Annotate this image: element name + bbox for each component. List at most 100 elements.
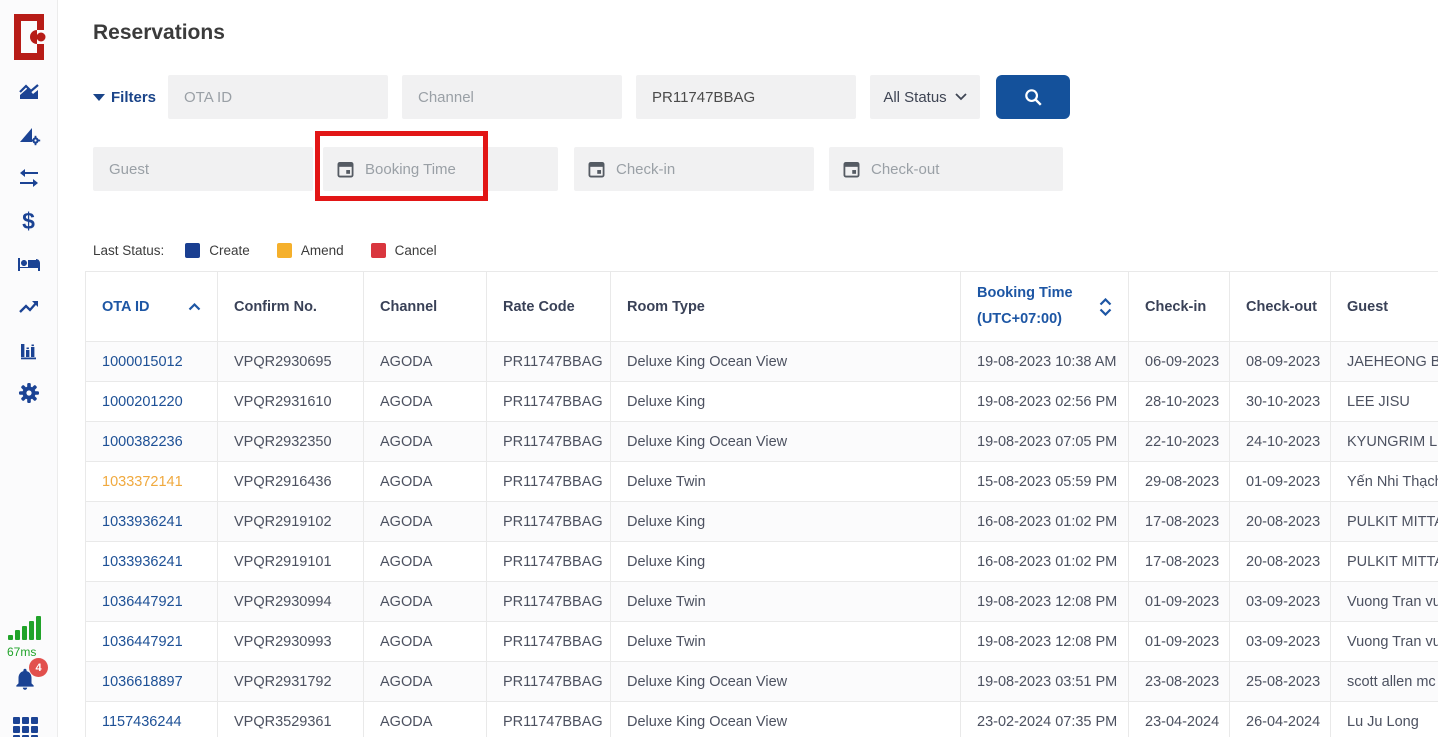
check-out-cell: 03-09-2023 <box>1230 582 1331 622</box>
check-out-cell: 20-08-2023 <box>1230 502 1331 542</box>
check-out-filter[interactable]: Check-out <box>829 147 1063 191</box>
booking-time-filter-wrap: Booking Time <box>323 147 558 191</box>
confirm-no-cell: VPQR2919101 <box>218 542 364 582</box>
reservations-table: OTA ID Confirm No. Channel Rate Code Roo… <box>85 271 1438 737</box>
ota-id-link[interactable]: 1000015012 <box>86 342 218 382</box>
col-header-ota-id[interactable]: OTA ID <box>86 272 218 342</box>
check-out-cell: 20-08-2023 <box>1230 542 1331 582</box>
trending-up-icon <box>17 295 41 319</box>
ota-id-link[interactable]: 1157436244 <box>86 702 218 737</box>
table-row[interactable]: 1033372141 VPQR2916436 AGODA PR11747BBAG… <box>86 462 1438 502</box>
room-type-cell: Deluxe King Ocean View <box>611 702 961 737</box>
check-out-placeholder: Check-out <box>871 161 939 178</box>
notifications-button[interactable]: 4 <box>12 666 38 692</box>
guest-cell: Vuong Tran vu <box>1331 622 1438 662</box>
guest-cell: Lu Ju Long <box>1331 702 1438 737</box>
connection-signal-icon <box>8 616 50 640</box>
channel-cell: AGODA <box>364 462 487 502</box>
col-header-check-out: Check-out <box>1230 272 1331 342</box>
legend-item-cancel: Cancel <box>371 243 437 258</box>
table-header-row: OTA ID Confirm No. Channel Rate Code Roo… <box>86 272 1438 342</box>
area-chart-icon <box>17 80 41 104</box>
col-header-booking-time[interactable]: Booking Time (UTC+07:00) <box>961 272 1129 342</box>
bar-chart-icon <box>17 338 41 362</box>
check-out-cell: 26-04-2024 <box>1230 702 1331 737</box>
table-row[interactable]: 1157436244 VPQR3529361 AGODA PR11747BBAG… <box>86 702 1438 737</box>
sort-ascending-icon <box>188 302 201 311</box>
guest-cell: scott allen mc <box>1331 662 1438 702</box>
ota-id-input[interactable] <box>168 75 388 119</box>
status-select[interactable]: All Status <box>870 75 980 119</box>
confirm-no-cell: VPQR2931610 <box>218 382 364 422</box>
channel-cell: AGODA <box>364 622 487 662</box>
booking-time-cell: 19-08-2023 12:08 PM <box>961 622 1129 662</box>
channel-input[interactable] <box>402 75 622 119</box>
guest-input[interactable] <box>93 147 313 191</box>
room-type-cell: Deluxe King Ocean View <box>611 662 961 702</box>
sidebar-item-dashboard[interactable] <box>17 80 41 104</box>
main-content: Reservations Filters All Status <box>58 0 1438 737</box>
table-row[interactable]: 1033936241 VPQR2919102 AGODA PR11747BBAG… <box>86 502 1438 542</box>
check-out-cell: 08-09-2023 <box>1230 342 1331 382</box>
legend-amend-label: Amend <box>301 243 344 258</box>
apps-grid-icon[interactable] <box>13 717 38 737</box>
rate-code-cell: PR11747BBAG <box>487 542 611 582</box>
booking-time-cell: 19-08-2023 10:38 AM <box>961 342 1129 382</box>
col-header-rate-code: Rate Code <box>487 272 611 342</box>
legend-label: Last Status: <box>93 243 164 258</box>
channel-cell: AGODA <box>364 502 487 542</box>
table-row[interactable]: 1036618897 VPQR2931792 AGODA PR11747BBAG… <box>86 662 1438 702</box>
sidebar-item-payments[interactable]: $ <box>17 209 41 233</box>
sidebar: $ <box>0 0 58 737</box>
table-row[interactable]: 1033936241 VPQR2919101 AGODA PR11747BBAG… <box>86 542 1438 582</box>
rate-code-cell: PR11747BBAG <box>487 662 611 702</box>
app-logo-icon[interactable] <box>10 13 48 61</box>
check-in-cell: 06-09-2023 <box>1129 342 1230 382</box>
rate-code-cell: PR11747BBAG <box>487 622 611 662</box>
table-row[interactable]: 1000382236 VPQR2932350 AGODA PR11747BBAG… <box>86 422 1438 462</box>
sidebar-item-sync[interactable] <box>17 166 41 190</box>
booking-time-filter[interactable]: Booking Time <box>323 147 558 191</box>
filters-toggle[interactable]: Filters <box>93 89 168 106</box>
confirm-no-cell: VPQR2932350 <box>218 422 364 462</box>
table-row[interactable]: 1000015012 VPQR2930695 AGODA PR11747BBAG… <box>86 342 1438 382</box>
sidebar-item-trends[interactable] <box>17 295 41 319</box>
ota-id-link[interactable]: 1033372141 <box>86 462 218 502</box>
ota-id-link[interactable]: 1033936241 <box>86 502 218 542</box>
table-row[interactable]: 1036447921 VPQR2930994 AGODA PR11747BBAG… <box>86 582 1438 622</box>
guest-cell: Vuong Tran vu <box>1331 582 1438 622</box>
confirm-no-cell: VPQR2916436 <box>218 462 364 502</box>
rate-code-cell: PR11747BBAG <box>487 342 611 382</box>
ota-id-link[interactable]: 1036447921 <box>86 582 218 622</box>
ota-id-link[interactable]: 1033936241 <box>86 542 218 582</box>
search-button[interactable] <box>996 75 1070 119</box>
confirm-no-cell: VPQR2931792 <box>218 662 364 702</box>
ota-id-link[interactable]: 1000201220 <box>86 382 218 422</box>
ota-id-link[interactable]: 1036447921 <box>86 622 218 662</box>
sidebar-item-analytics[interactable] <box>17 338 41 362</box>
bed-icon <box>17 252 41 276</box>
table-row[interactable]: 1036447921 VPQR2930993 AGODA PR11747BBAG… <box>86 622 1438 662</box>
ota-id-link[interactable]: 1000382236 <box>86 422 218 462</box>
ota-id-link[interactable]: 1036618897 <box>86 662 218 702</box>
search-icon <box>1022 86 1044 108</box>
table-row[interactable]: 1000201220 VPQR2931610 AGODA PR11747BBAG… <box>86 382 1438 422</box>
rate-code-cell: PR11747BBAG <box>487 382 611 422</box>
room-type-cell: Deluxe Twin <box>611 462 961 502</box>
channel-cell: AGODA <box>364 422 487 462</box>
channel-cell: AGODA <box>364 582 487 622</box>
col-header-ota-id-label: OTA ID <box>102 299 150 315</box>
sidebar-item-settings[interactable] <box>17 381 41 405</box>
guest-cell: JAEHEONG BA <box>1331 342 1438 382</box>
rate-code-cell: PR11747BBAG <box>487 702 611 737</box>
sidebar-item-network-settings[interactable] <box>17 123 41 147</box>
sidebar-item-rooms[interactable] <box>17 252 41 276</box>
rate-code-input[interactable] <box>636 75 856 119</box>
filters-row-1: Filters All Status <box>93 75 1438 119</box>
sort-both-icon <box>1099 298 1112 316</box>
check-out-cell: 01-09-2023 <box>1230 462 1331 502</box>
calendar-icon <box>337 160 354 178</box>
check-in-cell: 29-08-2023 <box>1129 462 1230 502</box>
check-in-filter[interactable]: Check-in <box>574 147 814 191</box>
rate-code-cell: PR11747BBAG <box>487 502 611 542</box>
